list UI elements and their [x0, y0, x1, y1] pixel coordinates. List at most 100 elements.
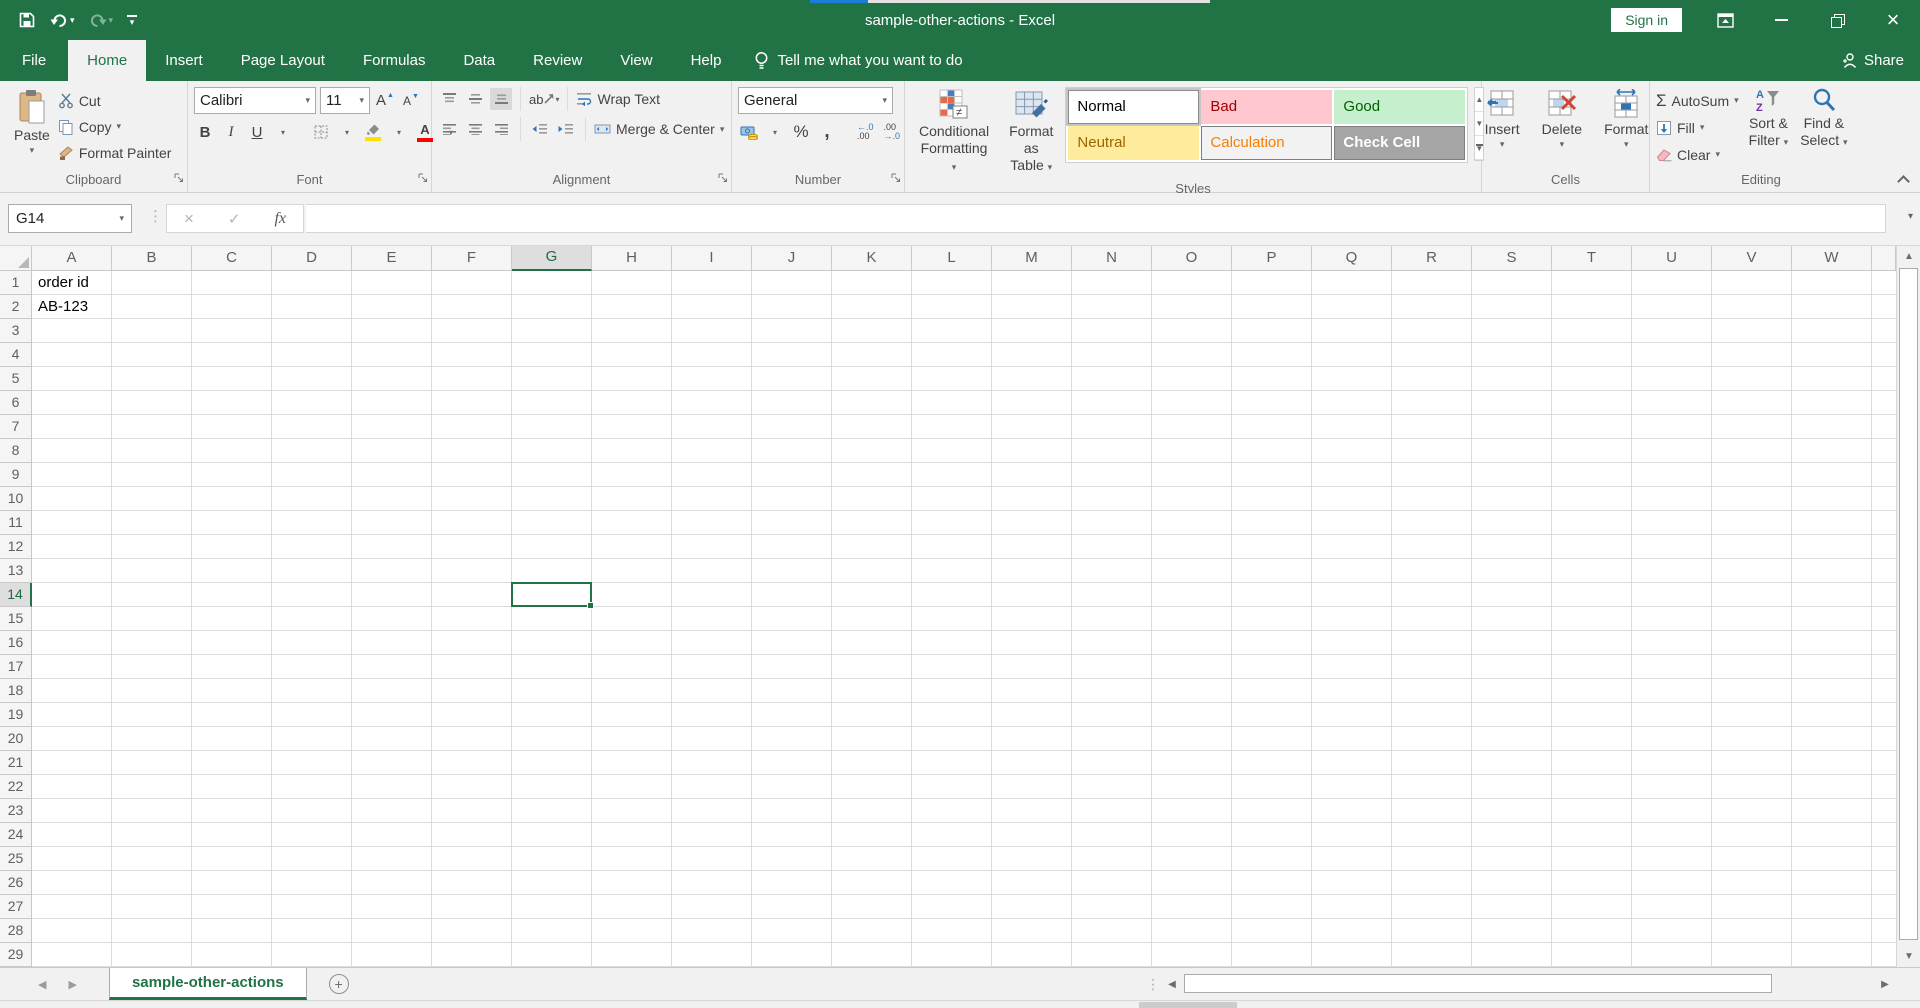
increase-indent-button[interactable]	[555, 118, 577, 140]
row-header-9[interactable]: 9	[0, 463, 32, 487]
cell-style-bad[interactable]: Bad	[1201, 90, 1332, 124]
row-header-10[interactable]: 10	[0, 487, 32, 511]
row-header-25[interactable]: 25	[0, 847, 32, 871]
tab-view[interactable]: View	[601, 40, 671, 81]
sign-in-button[interactable]: Sign in	[1611, 8, 1682, 32]
top-align-button[interactable]	[438, 88, 460, 110]
column-header-s[interactable]: S	[1472, 246, 1552, 271]
paste-button[interactable]: Paste ▾	[6, 85, 58, 171]
tab-page-layout[interactable]: Page Layout	[222, 40, 344, 81]
tab-bar-grip-icon[interactable]: ⋮	[1146, 976, 1160, 993]
column-header-g[interactable]: G	[512, 246, 592, 271]
column-header-a[interactable]: A	[32, 246, 112, 271]
column-header-j[interactable]: J	[752, 246, 832, 271]
fill-handle[interactable]	[587, 602, 594, 609]
font-family-select[interactable]: Calibri▾	[194, 87, 316, 114]
increase-decimal-button[interactable]: ←.0.00	[854, 122, 877, 142]
accounting-format-button[interactable]	[738, 121, 760, 143]
middle-align-button[interactable]	[464, 88, 486, 110]
column-header-h[interactable]: H	[592, 246, 672, 271]
column-header-m[interactable]: M	[992, 246, 1072, 271]
borders-button[interactable]	[310, 121, 332, 143]
percent-style-button[interactable]: %	[790, 121, 812, 143]
column-header-b[interactable]: B	[112, 246, 192, 271]
column-header-r[interactable]: R	[1392, 246, 1472, 271]
row-header-21[interactable]: 21	[0, 751, 32, 775]
column-header-partial[interactable]	[1872, 246, 1896, 271]
row-header-15[interactable]: 15	[0, 607, 32, 631]
row-header-1[interactable]: 1	[0, 271, 32, 295]
select-all-button[interactable]	[0, 246, 32, 271]
customize-quick-access-button[interactable]: ▾	[127, 15, 137, 26]
sheet-tab-active[interactable]: sample-other-actions	[109, 968, 307, 1000]
cell-a2[interactable]: AB-123	[38, 295, 88, 319]
column-header-k[interactable]: K	[832, 246, 912, 271]
row-header-26[interactable]: 26	[0, 871, 32, 895]
column-header-l[interactable]: L	[912, 246, 992, 271]
fill-color-button[interactable]	[362, 121, 384, 143]
column-header-e[interactable]: E	[352, 246, 432, 271]
minimize-button[interactable]	[1768, 7, 1794, 33]
row-header-28[interactable]: 28	[0, 919, 32, 943]
ribbon-display-options-button[interactable]	[1712, 7, 1738, 33]
redo-button[interactable]: ▾	[89, 12, 114, 28]
collapse-ribbon-button[interactable]	[1898, 174, 1908, 184]
name-box[interactable]: G14 ▾	[8, 204, 132, 233]
sort-filter-button[interactable]: AZ Sort & Filter ▾	[1747, 85, 1791, 171]
row-header-22[interactable]: 22	[0, 775, 32, 799]
row-header-20[interactable]: 20	[0, 727, 32, 751]
cell-a1[interactable]: order id	[38, 271, 89, 295]
copy-button[interactable]: Copy ▾	[58, 115, 172, 138]
column-header-t[interactable]: T	[1552, 246, 1632, 271]
cell-style-check-cell[interactable]: Check Cell	[1334, 126, 1465, 160]
tab-data[interactable]: Data	[444, 40, 514, 81]
new-sheet-button[interactable]: +	[329, 974, 349, 994]
merge-center-button[interactable]: Merge & Center ▾	[594, 118, 724, 141]
italic-button[interactable]: I	[220, 121, 242, 143]
column-header-o[interactable]: O	[1152, 246, 1232, 271]
column-header-c[interactable]: C	[192, 246, 272, 271]
tab-home[interactable]: Home	[68, 40, 146, 81]
row-header-18[interactable]: 18	[0, 679, 32, 703]
column-header-f[interactable]: F	[432, 246, 512, 271]
tell-me-box[interactable]: Tell me what you want to do	[754, 40, 962, 81]
underline-button[interactable]: U	[246, 121, 268, 143]
cut-button[interactable]: Cut	[58, 89, 172, 112]
scroll-right-button[interactable]: ▶	[1875, 972, 1895, 996]
column-header-i[interactable]: I	[672, 246, 752, 271]
borders-caret-button[interactable]: ▾	[336, 121, 358, 143]
row-header-27[interactable]: 27	[0, 895, 32, 919]
number-dialog-launcher[interactable]	[891, 173, 901, 183]
tab-file[interactable]: File	[0, 40, 68, 81]
cell-style-normal[interactable]: Normal	[1068, 90, 1199, 124]
scroll-left-button[interactable]: ◀	[1162, 972, 1182, 996]
delete-cells-button[interactable]: Delete ▾	[1534, 85, 1590, 171]
active-cell-selection[interactable]	[511, 582, 592, 607]
row-header-23[interactable]: 23	[0, 799, 32, 823]
bold-button[interactable]: B	[194, 121, 216, 143]
font-dialog-launcher[interactable]	[418, 173, 428, 183]
find-select-button[interactable]: Find & Select ▾	[1798, 85, 1849, 171]
wrap-text-button[interactable]: Wrap Text	[576, 88, 660, 111]
column-header-d[interactable]: D	[272, 246, 352, 271]
underline-caret-button[interactable]: ▾	[272, 121, 294, 143]
column-header-u[interactable]: U	[1632, 246, 1712, 271]
scroll-down-button[interactable]: ▼	[1897, 946, 1920, 967]
tab-insert[interactable]: Insert	[146, 40, 222, 81]
decrease-indent-button[interactable]	[529, 118, 551, 140]
cell-style-good[interactable]: Good	[1334, 90, 1465, 124]
format-cells-button[interactable]: Format ▾	[1596, 85, 1656, 171]
row-header-17[interactable]: 17	[0, 655, 32, 679]
undo-button[interactable]: ▾	[50, 12, 75, 28]
cells-layer[interactable]: order idAB-123	[32, 271, 1896, 967]
row-header-3[interactable]: 3	[0, 319, 32, 343]
format-as-table-button[interactable]: Format as Table ▾	[1001, 85, 1061, 180]
alignment-dialog-launcher[interactable]	[718, 173, 728, 183]
column-header-n[interactable]: N	[1072, 246, 1152, 271]
format-painter-button[interactable]: Format Painter	[58, 141, 172, 164]
column-header-v[interactable]: V	[1712, 246, 1792, 271]
decrease-decimal-button[interactable]: .00→.0	[881, 122, 904, 142]
column-header-p[interactable]: P	[1232, 246, 1312, 271]
tab-review[interactable]: Review	[514, 40, 601, 81]
vertical-scrollbar[interactable]: ▲ ▼	[1896, 246, 1920, 967]
